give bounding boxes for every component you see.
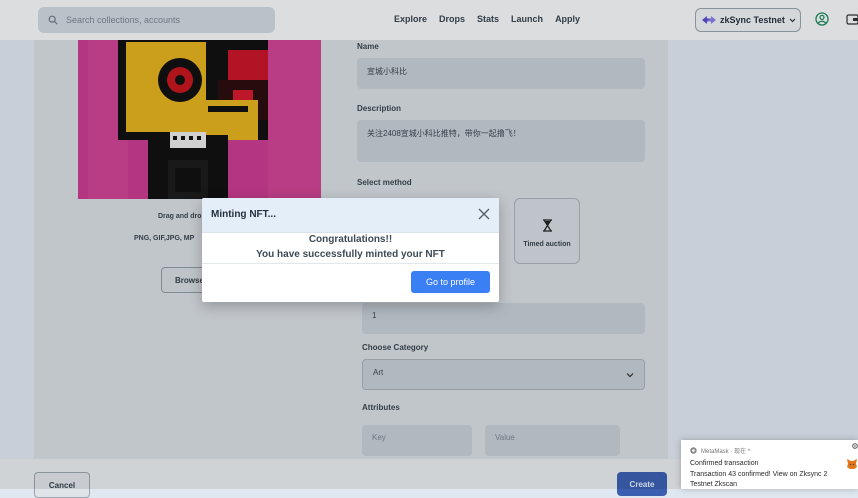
create-button[interactable]: Create	[617, 472, 667, 496]
name-value: 宣城小科比	[367, 67, 407, 76]
attributes-label: Attributes	[362, 403, 400, 412]
select-method-label: Select method	[357, 178, 412, 187]
close-icon[interactable]	[478, 208, 490, 220]
modal-title: Minting NFT...	[211, 209, 276, 220]
search-icon	[48, 15, 58, 25]
description-textarea[interactable]: 关注2408宣城小科比推特，带你一起撸飞！	[357, 120, 645, 162]
congratulations-text: Congratulations!!	[308, 234, 393, 245]
attribute-value-input[interactable]: Value	[485, 425, 620, 456]
go-to-profile-label: Go to profile	[425, 277, 476, 287]
settings-icon[interactable]	[852, 443, 858, 449]
minting-modal: Minting NFT... Congratulations!! You hav…	[202, 198, 499, 302]
nav-explore[interactable]: Explore	[394, 14, 427, 24]
metamask-notification[interactable]: MetaMask · 现在 ^ Confirmed transaction Tr…	[681, 440, 858, 489]
modal-divider	[202, 263, 499, 264]
nft-artwork-preview	[78, 40, 321, 199]
create-label: Create	[629, 479, 655, 489]
go-to-profile-button[interactable]: Go to profile	[411, 271, 490, 293]
metamask-fox-icon	[847, 459, 857, 469]
value-placeholder: Value	[495, 433, 515, 442]
nav-stats[interactable]: Stats	[477, 14, 499, 24]
nav-apply[interactable]: Apply	[555, 14, 580, 24]
nav-drops[interactable]: Drops	[439, 14, 465, 24]
account-icon[interactable]	[815, 12, 829, 26]
drag-drop-text: Drag and dro	[158, 213, 202, 220]
notification-body: Transaction 43 confirmed! View on Zksync…	[690, 471, 828, 488]
description-label: Description	[357, 104, 402, 113]
supported-formats-text: PNG, GIF,JPG, MP	[134, 235, 195, 242]
main-nav: Explore Drops Stats Launch Apply	[394, 14, 580, 24]
notification-app-name: MetaMask · 现在 ^	[701, 449, 751, 455]
quantity-input[interactable]: 1	[362, 303, 645, 334]
description-value: 关注2408宣城小科比推特，带你一起撸飞！	[367, 129, 521, 138]
attribute-key-input[interactable]: Key	[362, 425, 472, 456]
timed-auction-label: Timed auction	[523, 241, 571, 248]
chrome-icon	[690, 447, 697, 454]
key-placeholder: Key	[372, 433, 386, 442]
modal-header: Minting NFT...	[202, 198, 499, 233]
mint-success-text: You have successfully minted your NFT	[256, 249, 445, 260]
category-value: Art	[373, 368, 384, 377]
cancel-label: Cancel	[48, 480, 76, 490]
notification-source: MetaMask · 现在 ^	[690, 446, 751, 455]
quantity-value: 1	[372, 311, 377, 320]
chevron-down-icon	[626, 373, 634, 378]
chevron-down-icon	[789, 18, 796, 22]
search-placeholder: Search collections, accounts	[66, 15, 181, 25]
search-bar[interactable]: Search collections, accounts	[38, 7, 275, 33]
notification-title: Confirmed transaction	[690, 460, 759, 467]
browse-label: Browse	[175, 275, 204, 285]
top-navigation-bar: Search collections, accounts Explore Dro…	[0, 0, 858, 40]
network-selector[interactable]: zkSync Testnet	[695, 8, 801, 32]
category-label: Choose Category	[362, 343, 429, 352]
network-name: zkSync Testnet	[720, 15, 785, 25]
hourglass-icon	[543, 219, 552, 232]
name-label: Name	[357, 42, 379, 51]
cancel-button[interactable]: Cancel	[34, 472, 90, 498]
name-input[interactable]: 宣城小科比	[357, 58, 645, 89]
timed-auction-option[interactable]: Timed auction	[514, 198, 580, 264]
zksync-logo-icon	[702, 16, 716, 24]
nav-launch[interactable]: Launch	[511, 14, 543, 24]
pixel-art-image	[78, 40, 321, 199]
category-select[interactable]: Art	[362, 359, 645, 390]
wallet-icon[interactable]	[846, 13, 858, 25]
